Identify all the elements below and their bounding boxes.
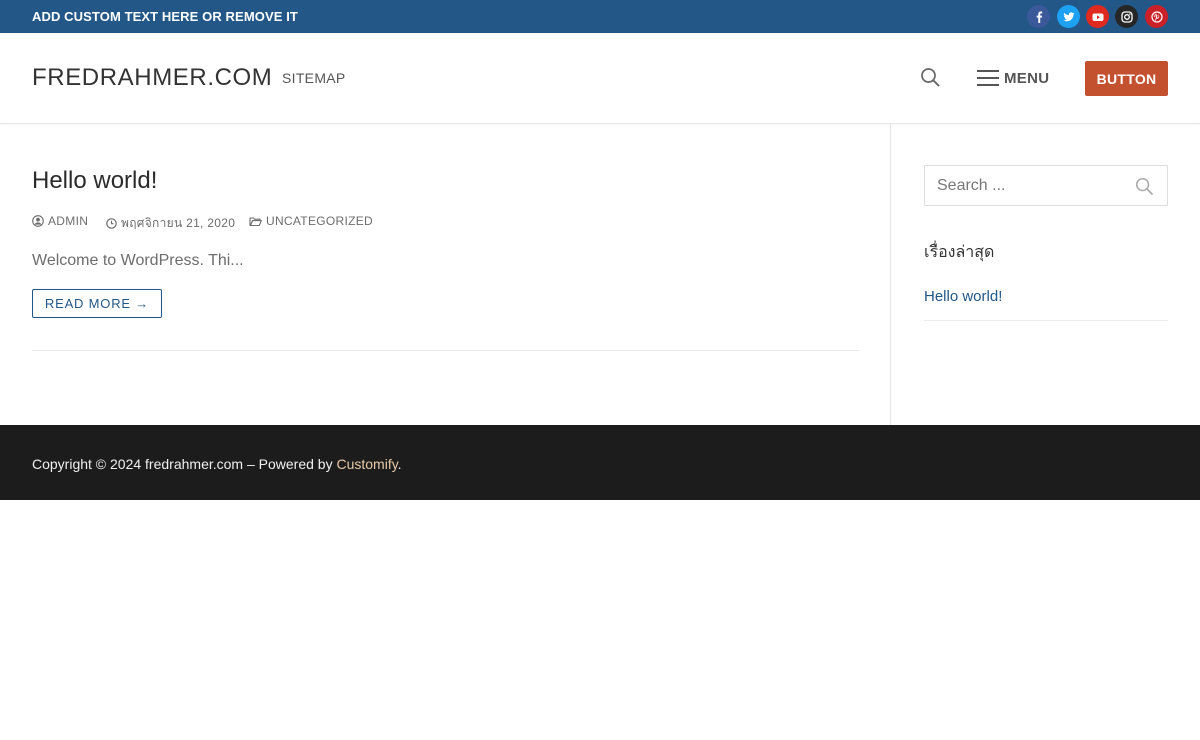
clock-icon xyxy=(106,218,117,229)
footer-copyright: Copyright © 2024 fredrahmer.com – Powere… xyxy=(32,456,402,472)
youtube-icon[interactable] xyxy=(1086,5,1109,28)
user-icon xyxy=(32,215,44,227)
post-date[interactable]: พฤศจิกายน 21, 2020 xyxy=(106,214,235,233)
sidebar-search-input[interactable]: Search ... xyxy=(924,165,1168,206)
search-submit-icon[interactable] xyxy=(1135,177,1154,201)
site-header: FREDRAHMER.COM SITEMAP MENU BUTTON xyxy=(0,33,1200,124)
nav-item-sitemap[interactable]: SITEMAP xyxy=(282,70,346,86)
sidebar: Search ... เรื่องล่าสุด Hello world! xyxy=(892,124,1200,425)
category-text: UNCATEGORIZED xyxy=(266,214,374,228)
recent-divider xyxy=(924,320,1168,321)
header-button[interactable]: BUTTON xyxy=(1085,61,1168,96)
main-content: Hello world! ADMIN พฤศจิกายน 21, 2020 UN… xyxy=(0,124,891,425)
search-icon[interactable] xyxy=(920,67,941,93)
post-author[interactable]: ADMIN xyxy=(32,214,88,228)
recent-posts-title: เรื่องล่าสุด xyxy=(924,242,995,261)
site-footer: Copyright © 2024 fredrahmer.com – Powere… xyxy=(0,425,1200,500)
site-title[interactable]: FREDRAHMER.COM xyxy=(32,64,272,92)
author-name: ADMIN xyxy=(48,214,89,228)
twitter-icon[interactable] xyxy=(1057,5,1080,28)
post-title[interactable]: Hello world! xyxy=(32,167,157,195)
post-excerpt: Welcome to WordPress. Thi... xyxy=(32,252,244,269)
facebook-icon[interactable] xyxy=(1027,5,1050,28)
search-placeholder: Search ... xyxy=(937,177,1006,194)
post-category[interactable]: UNCATEGORIZED xyxy=(249,214,373,228)
customify-link[interactable]: Customify xyxy=(336,456,397,472)
copyright-text: Copyright © 2024 fredrahmer.com – Powere… xyxy=(32,456,337,472)
recent-post-link[interactable]: Hello world! xyxy=(924,288,1002,305)
hamburger-icon xyxy=(977,70,999,86)
read-more-button[interactable]: READ MORE → xyxy=(32,289,162,318)
pinterest-icon[interactable] xyxy=(1145,5,1168,28)
post-divider xyxy=(32,350,859,351)
folder-icon xyxy=(249,216,262,226)
footer-suffix: . xyxy=(397,456,402,472)
menu-toggle-button[interactable]: MENU xyxy=(977,67,1049,89)
topbar-text: ADD CUSTOM TEXT HERE OR REMOVE IT xyxy=(32,9,298,24)
instagram-icon[interactable] xyxy=(1115,5,1138,28)
date-text: พฤศจิกายน 21, 2020 xyxy=(121,216,236,230)
top-bar: ADD CUSTOM TEXT HERE OR REMOVE IT xyxy=(0,0,1200,33)
menu-label: MENU xyxy=(1004,69,1050,87)
